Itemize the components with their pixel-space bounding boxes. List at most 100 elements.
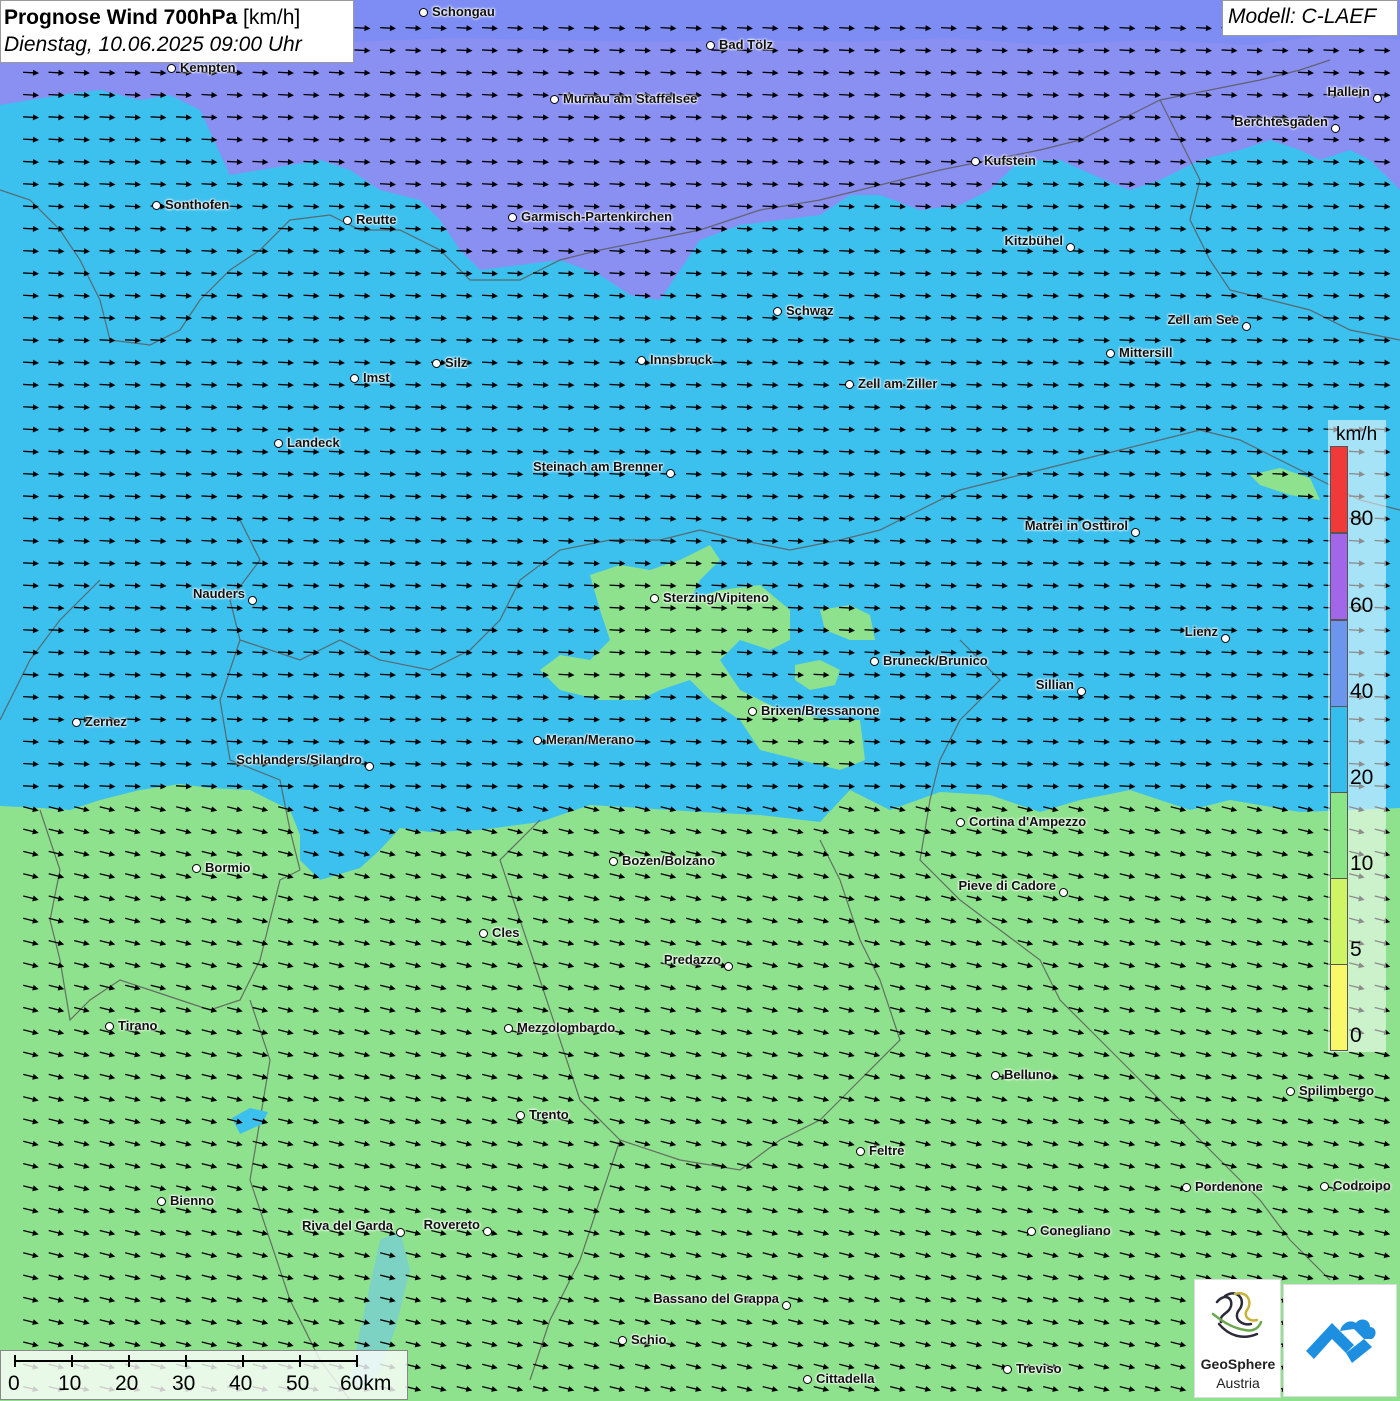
city-marker[interactable] <box>550 95 559 104</box>
city-marker[interactable] <box>637 356 646 365</box>
legend-label: 80 <box>1350 507 1374 530</box>
city-label: Berchtesgaden <box>1234 114 1328 129</box>
city-label: Garmisch-Partenkirchen <box>521 209 673 224</box>
city-marker[interactable] <box>152 201 161 210</box>
city-label: Schio <box>631 1332 667 1347</box>
city-marker[interactable] <box>870 657 879 666</box>
city-marker[interactable] <box>1003 1365 1012 1374</box>
partner-logo[interactable] <box>1283 1284 1397 1397</box>
city-marker[interactable] <box>248 596 257 605</box>
city-marker[interactable] <box>483 1227 492 1236</box>
city-marker[interactable] <box>508 213 517 222</box>
city-label: Rovereto <box>423 1217 480 1232</box>
city-label: Bad Tölz <box>719 37 774 52</box>
legend-label: 20 <box>1350 766 1374 789</box>
city-label: Riva del Garda <box>301 1218 393 1233</box>
city-marker[interactable] <box>956 818 965 827</box>
city-marker[interactable] <box>396 1228 405 1237</box>
city-label: Bassano del Grappa <box>653 1291 779 1306</box>
city-marker[interactable] <box>991 1071 1000 1080</box>
city-marker[interactable] <box>1106 349 1115 358</box>
city-marker[interactable] <box>706 41 715 50</box>
city-marker[interactable] <box>845 380 854 389</box>
city-marker[interactable] <box>666 469 675 478</box>
city-marker[interactable] <box>504 1024 513 1033</box>
city-marker[interactable] <box>1066 243 1075 252</box>
city-marker[interactable] <box>1182 1183 1191 1192</box>
scale-label: 50 <box>286 1372 310 1395</box>
city-marker[interactable] <box>479 929 488 938</box>
city-marker[interactable] <box>419 8 428 17</box>
city-label: Mittersill <box>1119 345 1173 360</box>
map-title: Prognose Wind 700hPa [km/h] <box>4 6 301 29</box>
city-label: Treviso <box>1016 1361 1062 1376</box>
city-label: Schwaz <box>786 303 834 318</box>
city-marker[interactable] <box>1373 94 1382 103</box>
city-marker[interactable] <box>72 718 81 727</box>
title-panel: Prognose Wind 700hPa [km/h] Dienstag, 10… <box>0 0 354 63</box>
scale-label: 20 <box>115 1372 139 1395</box>
city-marker[interactable] <box>650 594 659 603</box>
city-label: Kempten <box>180 60 236 75</box>
city-marker[interactable] <box>350 374 359 383</box>
city-marker[interactable] <box>782 1301 791 1310</box>
city-label: Kitzbühel <box>1004 233 1064 248</box>
city-label: Landeck <box>287 435 340 450</box>
scale-label: 40 <box>229 1372 253 1395</box>
city-marker[interactable] <box>105 1022 114 1031</box>
city-marker[interactable] <box>1331 124 1340 133</box>
mountain-cloud-icon <box>1306 1319 1376 1363</box>
legend-swatch <box>1330 446 1348 533</box>
city-marker[interactable] <box>856 1147 865 1156</box>
city-marker[interactable] <box>1077 687 1086 696</box>
city-marker[interactable] <box>803 1375 812 1384</box>
city-marker[interactable] <box>773 307 782 316</box>
city-marker[interactable] <box>1320 1182 1329 1191</box>
scale-label: 10 <box>58 1372 82 1395</box>
city-label: Bormio <box>205 860 251 875</box>
city-label: Steinach am Brenner <box>532 459 663 474</box>
city-label: Pordenone <box>1195 1179 1263 1194</box>
city-label: Trento <box>529 1107 569 1122</box>
city-label: Meran/Merano <box>546 732 635 747</box>
city-marker[interactable] <box>533 736 542 745</box>
city-label: Spilimbergo <box>1299 1083 1375 1098</box>
model-label: Modell: C-LAEF <box>1222 0 1398 36</box>
legend-label: 10 <box>1350 852 1374 875</box>
scale-label: 0 <box>8 1372 20 1395</box>
city-marker[interactable] <box>365 762 374 771</box>
city-marker[interactable] <box>1131 528 1140 537</box>
city-label: Sterzing/Vipiteno <box>663 590 769 605</box>
city-marker[interactable] <box>432 359 441 368</box>
city-label: Lienz <box>1184 624 1218 639</box>
legend-label: 60 <box>1350 594 1374 617</box>
city-marker[interactable] <box>724 962 733 971</box>
geosphere-icon <box>1211 1291 1263 1338</box>
city-marker[interactable] <box>618 1336 627 1345</box>
city-marker[interactable] <box>167 64 176 73</box>
city-marker[interactable] <box>1242 322 1251 331</box>
legend-swatch <box>1330 620 1348 707</box>
scale-label: 60km <box>340 1372 392 1395</box>
city-marker[interactable] <box>343 216 352 225</box>
city-marker[interactable] <box>609 857 618 866</box>
city-marker[interactable] <box>157 1197 166 1206</box>
legend-unit: km/h <box>1336 424 1378 445</box>
city-marker[interactable] <box>1221 634 1230 643</box>
city-marker[interactable] <box>1286 1087 1295 1096</box>
city-label: Matrei in Osttirol <box>1024 518 1128 533</box>
city-label: Zell am Ziller <box>858 376 938 391</box>
city-marker[interactable] <box>1059 888 1068 897</box>
city-marker[interactable] <box>192 864 201 873</box>
city-label: Cittadella <box>816 1371 875 1386</box>
legend-label: 40 <box>1350 680 1374 703</box>
city-label: Belluno <box>1004 1067 1052 1082</box>
city-marker[interactable] <box>971 157 980 166</box>
city-label: Codroipo <box>1333 1178 1391 1193</box>
city-marker[interactable] <box>1027 1227 1036 1236</box>
city-marker[interactable] <box>748 707 757 716</box>
legend-swatch <box>1330 878 1348 965</box>
city-label: Cles <box>492 925 520 940</box>
city-marker[interactable] <box>516 1111 525 1120</box>
city-marker[interactable] <box>274 439 283 448</box>
